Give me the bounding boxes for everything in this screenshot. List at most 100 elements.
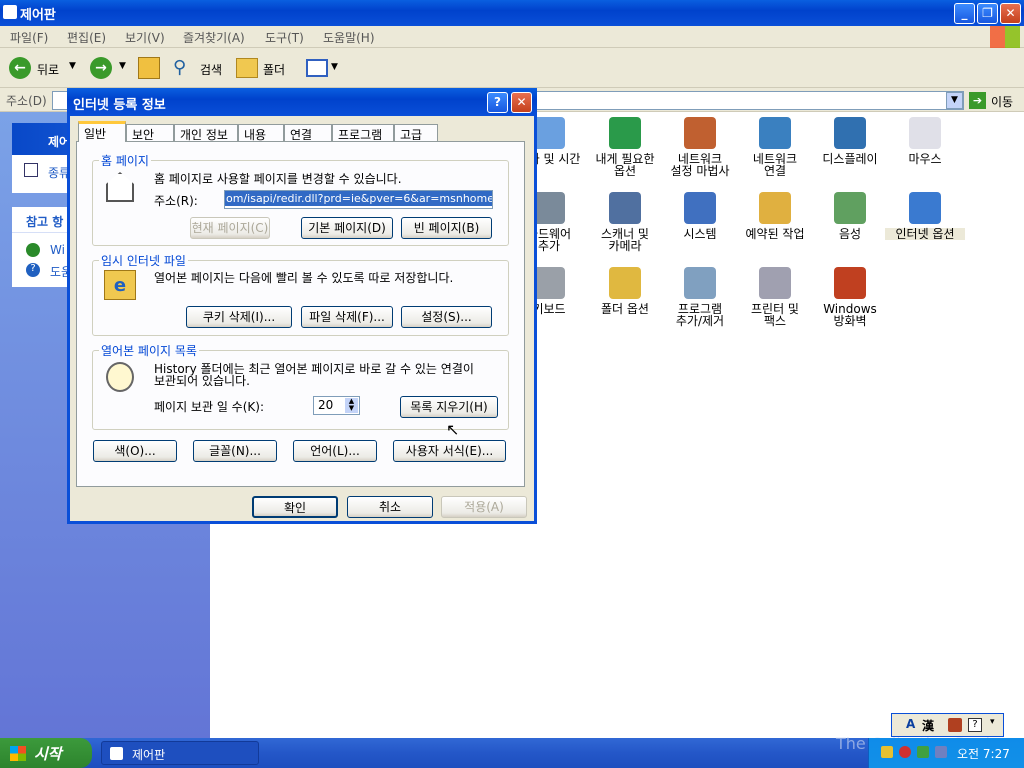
fonts-button[interactable]: 글꼴(N)... [193, 440, 277, 462]
menu-help[interactable]: 도움말(H) [323, 29, 375, 46]
menu-bar: 파일(F) 편집(E) 보기(V) 즐겨찾기(A) 도구(T) 도움말(H) [0, 26, 1024, 48]
minimize-button[interactable]: _ [954, 3, 975, 24]
use-current-button[interactable]: 현재 페이지(C) [190, 217, 270, 239]
icon-label: 예약된 작업 [745, 227, 805, 241]
temp-settings-button[interactable]: 설정(S)... [401, 306, 492, 328]
icon-network-connections[interactable]: 네트워크 연결 [735, 117, 815, 177]
delete-cookies-button[interactable]: 쿠키 삭제(I)... [186, 306, 292, 328]
control-panel-small-icon [110, 747, 123, 760]
ime-alpha-mode[interactable]: A [906, 717, 915, 731]
temp-files-group-title: 임시 인터넷 파일 [99, 252, 188, 269]
menu-edit[interactable]: 편집(E) [67, 29, 106, 46]
use-blank-button[interactable]: 빈 페이지(B) [401, 217, 492, 239]
colors-button[interactable]: 색(O)... [93, 440, 177, 462]
search-button-label[interactable]: 검색 [200, 61, 222, 78]
switch-view-icon[interactable] [24, 163, 38, 177]
address-label: 주소(D) [6, 94, 47, 108]
use-default-button[interactable]: 기본 페이지(D) [301, 217, 393, 239]
maximize-button[interactable]: ❐ [977, 3, 998, 24]
icon-speech[interactable]: 음성 [810, 192, 890, 240]
add-remove-programs-icon [684, 267, 716, 299]
tray-icon-1[interactable] [881, 746, 893, 758]
ime-pad-icon[interactable] [948, 718, 962, 732]
icon-mouse[interactable]: 마우스 [885, 117, 965, 165]
scanners-cameras-icon [609, 192, 641, 224]
icon-printers-faxes[interactable]: 프린터 및 팩스 [735, 267, 815, 327]
accessibility-button[interactable]: 사용자 서식(E)... [393, 440, 506, 462]
apply-button[interactable]: 적용(A) [441, 496, 527, 518]
history-days-stepper[interactable]: 20 ▲ ▼ [313, 396, 360, 415]
spin-arrows-icon[interactable]: ▲ ▼ [345, 398, 358, 413]
menu-tools[interactable]: 도구(T) [265, 29, 304, 46]
close-button[interactable]: ✕ [1000, 3, 1021, 24]
back-button-label[interactable]: 뒤로 [37, 61, 59, 78]
delete-files-button[interactable]: 파일 삭제(F)... [301, 306, 393, 328]
system-icon [684, 192, 716, 224]
tab-connections[interactable]: 연결 [284, 124, 332, 142]
help-icon: ? [26, 263, 40, 277]
dialog-title: 인터넷 등록 정보 [73, 98, 166, 113]
dialog-close-button[interactable]: ✕ [511, 92, 532, 113]
views-dropdown-icon[interactable]: ▼ [331, 62, 338, 72]
tab-security[interactable]: 보안 [126, 124, 174, 142]
address-dropdown-icon[interactable]: ▼ [946, 92, 963, 109]
folders-icon[interactable] [236, 58, 258, 78]
icon-display[interactable]: 디스플레이 [810, 117, 890, 165]
taskbar-item-control-panel[interactable]: 제어판 [101, 741, 259, 765]
icon-internet-options[interactable]: 인터넷 옵션 [885, 192, 965, 240]
back-arrow-icon[interactable]: ← [9, 57, 31, 79]
clock[interactable]: 오전 7:27 [957, 745, 1010, 762]
ime-hanja-mode[interactable]: 漢 [922, 717, 934, 734]
icon-label-line2: 설정 마법사 [670, 164, 730, 178]
forward-dropdown-icon[interactable]: ▼ [119, 61, 126, 71]
home-address-label: 주소(R): [154, 194, 198, 208]
icon-network-setup-wizard[interactable]: 네트워크 설정 마법사 [660, 117, 740, 177]
internet-options-icon [909, 192, 941, 224]
views-icon[interactable] [306, 59, 328, 77]
search-icon[interactable]: ⚲ [173, 57, 186, 78]
home-address-input[interactable]: om/isapi/redir.dll?prd=ie&pver=6&ar=msnh… [224, 190, 493, 209]
folders-button-label[interactable]: 폴더 [263, 61, 285, 78]
ime-options-icon[interactable]: ▾ [990, 717, 995, 727]
tab-general[interactable]: 일반 [78, 121, 126, 142]
add-hardware-icon [533, 192, 565, 224]
ime-help-icon[interactable]: ? [968, 718, 982, 732]
languages-button[interactable]: 언어(L)... [293, 440, 377, 462]
tab-advanced[interactable]: 고급 [394, 124, 438, 142]
tray-icon-4[interactable] [935, 746, 947, 758]
windows-update-link[interactable]: Wi [50, 243, 65, 257]
system-tray: 오전 7:27 [868, 738, 1024, 768]
security-shield-icon[interactable] [899, 746, 911, 758]
dialog-help-button[interactable]: ? [487, 92, 508, 113]
icon-folder-options[interactable]: 폴더 옵션 [585, 267, 665, 315]
mouse-cursor-icon: ↖ [446, 420, 460, 439]
icon-label: 폴더 옵션 [601, 302, 649, 316]
cancel-button[interactable]: 취소 [347, 496, 433, 518]
menu-favorites[interactable]: 즐겨찾기(A) [183, 29, 245, 46]
tray-icon-3[interactable] [917, 746, 929, 758]
history-days-label: 페이지 보관 일 수(K): [154, 400, 264, 414]
menu-view[interactable]: 보기(V) [125, 29, 165, 46]
back-dropdown-icon[interactable]: ▼ [69, 61, 76, 71]
icon-windows-firewall[interactable]: Windows 방화벽 [810, 267, 890, 327]
tab-programs[interactable]: 프로그램 [332, 124, 394, 142]
menu-file[interactable]: 파일(F) [10, 29, 48, 46]
go-button[interactable]: 이동 [991, 93, 1013, 110]
start-button[interactable]: 시작 [0, 738, 92, 768]
tab-privacy[interactable]: 개인 정보 [174, 124, 238, 142]
icon-system[interactable]: 시스템 [660, 192, 740, 240]
icon-label: 음성 [838, 227, 862, 241]
go-arrow-icon[interactable]: ➔ [969, 92, 986, 109]
icon-add-remove-programs[interactable]: 프로그램 추가/제거 [660, 267, 740, 327]
icon-scanners-cameras[interactable]: 스캐너 및 카메라 [585, 192, 665, 252]
tab-content[interactable]: 내용 [238, 124, 284, 142]
ok-button[interactable]: 확인 [252, 496, 338, 518]
up-folder-icon[interactable] [138, 57, 160, 79]
clear-history-button[interactable]: 목록 지우기(H) [400, 396, 498, 418]
icon-accessibility-options[interactable]: 내게 필요한 옵션 [585, 117, 665, 177]
home-address-value: om/isapi/redir.dll?prd=ie&pver=6&ar=msnh… [225, 191, 492, 206]
forward-arrow-icon[interactable]: → [90, 57, 112, 79]
home-page-desc: 홈 페이지로 사용할 페이지를 변경할 수 있습니다. [154, 172, 402, 186]
icon-scheduled-tasks[interactable]: 예약된 작업 [735, 192, 815, 240]
dialog-titlebar: 인터넷 등록 정보 ? ✕ [67, 88, 537, 116]
